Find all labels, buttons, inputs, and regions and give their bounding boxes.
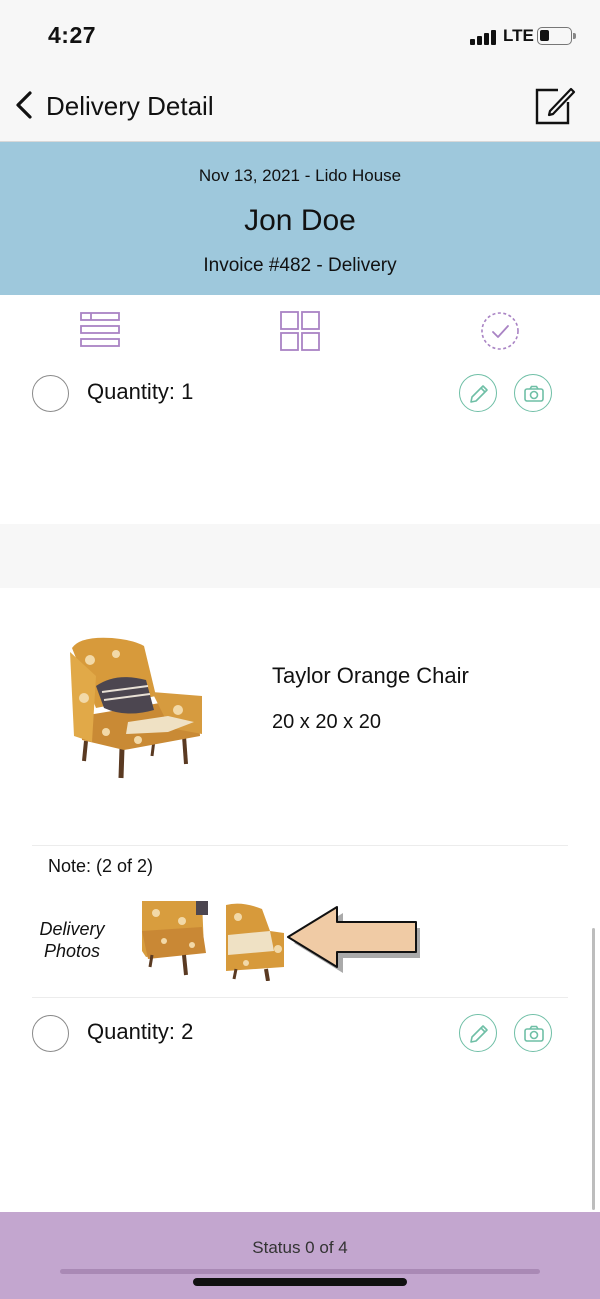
battery-icon xyxy=(537,27,576,45)
camera-icon xyxy=(524,1025,544,1042)
compose-icon[interactable] xyxy=(534,86,576,126)
camera-button[interactable] xyxy=(514,374,552,412)
signal-strength-icon xyxy=(470,29,498,45)
delivery-header: Nov 13, 2021 - Lido House Jon Doe Invoic… xyxy=(0,142,600,295)
chevron-left-icon[interactable] xyxy=(12,90,38,120)
item-separator xyxy=(0,524,600,588)
scrollbar[interactable] xyxy=(592,928,595,1210)
status-text: Status 0 of 4 xyxy=(252,1238,348,1257)
status-progress-bar xyxy=(60,1269,540,1274)
delivery-photo-thumbnail[interactable] xyxy=(142,901,208,981)
delivery-date-location: Nov 13, 2021 - Lido House xyxy=(198,166,402,185)
edit-button[interactable] xyxy=(459,1014,497,1052)
customer-name: Jon Doe xyxy=(244,204,356,237)
invoice-label: Invoice #482 - Delivery xyxy=(203,255,397,276)
home-indicator xyxy=(193,1278,407,1286)
divider xyxy=(32,845,568,846)
status-time: 4:27 xyxy=(48,22,97,48)
arrow-left-icon xyxy=(287,906,420,973)
item-dimensions: 20 x 20 x 20 xyxy=(272,711,381,733)
list-item-quantity-row: Quantity: 1 xyxy=(0,369,600,419)
item-note: Note: (2 of 2) xyxy=(48,856,154,876)
list-view-icon[interactable] xyxy=(79,310,121,352)
camera-icon xyxy=(524,385,544,402)
pencil-icon xyxy=(470,1025,488,1043)
navigation-bar: Delivery Detail xyxy=(0,70,600,142)
quantity-label: Quantity: 2 xyxy=(87,1019,194,1044)
checklist-icon[interactable] xyxy=(479,310,521,352)
quantity-label: Quantity: 1 xyxy=(87,379,194,404)
grid-view-icon[interactable] xyxy=(279,310,321,352)
pencil-icon xyxy=(470,385,488,403)
status-footer: Status 0 of 4 xyxy=(0,1212,600,1299)
select-radio[interactable] xyxy=(32,375,69,412)
list-item-quantity-row: Quantity: 2 xyxy=(0,1009,600,1059)
chair-product-image xyxy=(70,637,202,779)
network-label: LTE xyxy=(503,26,534,45)
ios-status-bar: 4:27 LTE xyxy=(0,0,600,70)
camera-button[interactable] xyxy=(514,1014,552,1052)
delivery-photos-label: Delivery Photos xyxy=(39,919,105,961)
delivery-detail-screen: 4:27 LTE Delivery Detail Nov 13, 2021 - … xyxy=(0,0,600,1299)
item-name: Taylor Orange Chair xyxy=(272,663,469,688)
divider xyxy=(32,997,568,998)
delivery-photo-thumbnail[interactable] xyxy=(222,901,288,981)
page-title: Delivery Detail xyxy=(46,91,214,121)
edit-button[interactable] xyxy=(459,374,497,412)
view-switcher xyxy=(0,295,600,365)
select-radio[interactable] xyxy=(32,1015,69,1052)
